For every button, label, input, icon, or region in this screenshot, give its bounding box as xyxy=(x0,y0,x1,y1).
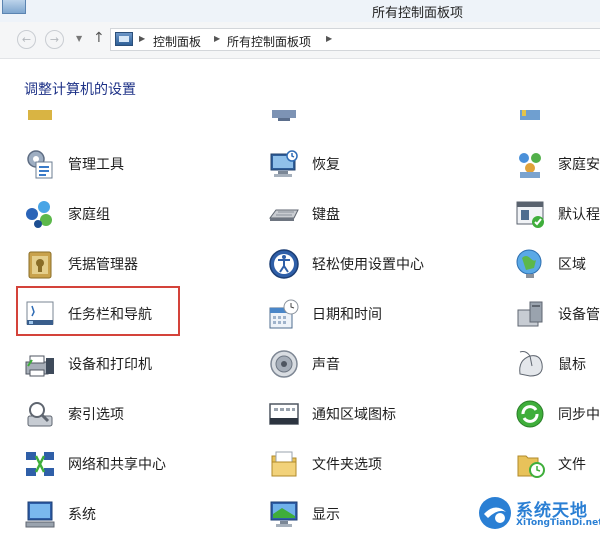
partial-item-icon xyxy=(520,110,540,120)
watermark-logo-icon xyxy=(479,497,511,529)
sync-center-icon xyxy=(516,400,544,428)
arrow-up-icon: ↑ xyxy=(93,30,105,46)
keyboard-icon xyxy=(269,209,299,221)
default-programs-icon xyxy=(516,201,544,228)
item-label: 管理工具 xyxy=(68,157,124,173)
item-region[interactable]: 区域 xyxy=(514,244,600,284)
admin-tools-icon xyxy=(27,150,53,179)
control-panel-app-icon[interactable] xyxy=(2,0,26,14)
item-date-time[interactable]: 日期和时间 xyxy=(268,294,498,334)
item-recovery[interactable]: 恢复 xyxy=(268,144,498,184)
item-mouse[interactable]: 鼠标 xyxy=(514,344,600,384)
item-label: 默认程 xyxy=(558,207,600,223)
item-label: 网络和共享中心 xyxy=(68,457,166,473)
arrow-right-icon: → xyxy=(49,33,60,46)
item-label: 设备管 xyxy=(558,307,600,323)
window-title: 所有控制面板项 xyxy=(372,6,464,21)
partial-item-icon xyxy=(28,110,52,120)
item-admin-tools[interactable]: 管理工具 xyxy=(24,144,254,184)
family-safety-icon xyxy=(519,153,541,178)
sound-icon xyxy=(270,350,298,378)
item-label: 键盘 xyxy=(312,207,340,223)
item-label: 日期和时间 xyxy=(312,307,382,323)
item-folder-options[interactable]: 文件夹选项 xyxy=(268,444,498,484)
item-label: 恢复 xyxy=(312,157,340,173)
item-label: 轻松使用设置中心 xyxy=(312,257,424,273)
item-label: 凭据管理器 xyxy=(68,257,138,273)
highlight-annotation xyxy=(16,286,180,336)
chevron-down-icon: ▼ xyxy=(76,34,83,43)
navigation-bar: ← → ▼ ↑ ▶ 控制面板 ▶ 所有控制面板项 ▶ xyxy=(0,22,600,59)
item-label: 设备和打印机 xyxy=(68,357,152,373)
item-device-manager[interactable]: 设备管 xyxy=(514,294,600,334)
item-notification-area-icons[interactable]: 通知区域图标 xyxy=(268,394,498,434)
item-indexing-options[interactable]: 索引选项 xyxy=(24,394,254,434)
system-icon xyxy=(25,501,55,528)
network-icon xyxy=(26,452,54,476)
page-title: 调整计算机的设置 xyxy=(24,82,136,98)
item-label: 家庭安 xyxy=(558,157,600,173)
breadcrumb-separator-icon[interactable]: ▶ xyxy=(214,34,220,43)
device-manager-icon xyxy=(517,301,543,327)
item-devices-printers[interactable]: 设备和打印机 xyxy=(24,344,254,384)
item-label: 通知区域图标 xyxy=(312,407,396,423)
item-network-sharing-center[interactable]: 网络和共享中心 xyxy=(24,444,254,484)
item-label: 同步中 xyxy=(558,407,600,423)
title-bar: 所有控制面板项 xyxy=(0,0,600,22)
ease-of-access-icon xyxy=(269,249,299,279)
item-label: 声音 xyxy=(312,357,340,373)
back-button[interactable]: ← xyxy=(17,30,36,49)
breadcrumb-separator-icon[interactable]: ▶ xyxy=(326,34,332,43)
list-item[interactable] xyxy=(24,110,254,128)
item-keyboard[interactable]: 键盘 xyxy=(268,194,498,234)
item-label: 文件夹选项 xyxy=(312,457,382,473)
item-label: 显示 xyxy=(312,507,340,523)
item-homegroup[interactable]: 家庭组 xyxy=(24,194,254,234)
item-label: 系统 xyxy=(68,507,96,523)
arrow-left-icon: ← xyxy=(21,33,32,46)
watermark: 系统天地 XiTongTianDi.net xyxy=(478,494,600,538)
item-label: 家庭组 xyxy=(68,207,110,223)
forward-button[interactable]: → xyxy=(45,30,64,49)
watermark-url: XiTongTianDi.net xyxy=(516,518,600,528)
list-item[interactable] xyxy=(268,110,498,128)
item-ease-of-access[interactable]: 轻松使用设置中心 xyxy=(268,244,498,284)
homegroup-icon xyxy=(26,201,52,228)
mouse-icon xyxy=(519,351,543,377)
item-default-programs[interactable]: 默认程 xyxy=(514,194,600,234)
address-bar[interactable]: ▶ 控制面板 ▶ 所有控制面板项 ▶ xyxy=(110,28,600,51)
date-time-icon xyxy=(269,299,299,329)
devices-printers-icon xyxy=(25,355,54,377)
item-family-safety[interactable]: 家庭安 xyxy=(514,144,600,184)
item-label: 索引选项 xyxy=(68,407,124,423)
list-item[interactable] xyxy=(514,110,600,128)
recovery-icon xyxy=(270,150,298,177)
breadcrumb-all-items[interactable]: 所有控制面板项 xyxy=(227,33,311,50)
breadcrumb-separator-icon[interactable]: ▶ xyxy=(139,34,145,43)
partial-item-icon xyxy=(272,110,296,121)
notification-icons-icon xyxy=(269,403,299,425)
display-icon xyxy=(270,501,298,527)
breadcrumb-control-panel[interactable]: 控制面板 xyxy=(153,33,201,50)
item-label: 鼠标 xyxy=(558,357,586,373)
recent-locations-dropdown[interactable]: ▼ xyxy=(76,34,82,43)
item-label: 文件 xyxy=(558,457,586,473)
item-sound[interactable]: 声音 xyxy=(268,344,498,384)
folder-options-icon xyxy=(271,451,297,477)
item-sync-center[interactable]: 同步中 xyxy=(514,394,600,434)
item-display[interactable]: 显示 xyxy=(268,494,498,534)
item-credential-manager[interactable]: 凭据管理器 xyxy=(24,244,254,284)
file-history-icon xyxy=(517,455,545,478)
region-icon xyxy=(516,249,542,278)
indexing-icon xyxy=(27,402,53,427)
item-label: 区域 xyxy=(558,257,586,273)
item-file-history[interactable]: 文件 xyxy=(514,444,600,484)
credential-manager-icon xyxy=(28,251,52,279)
item-system[interactable]: 系统 xyxy=(24,494,254,534)
up-button[interactable]: ↑ xyxy=(93,30,105,46)
control-panel-icon xyxy=(115,32,133,46)
